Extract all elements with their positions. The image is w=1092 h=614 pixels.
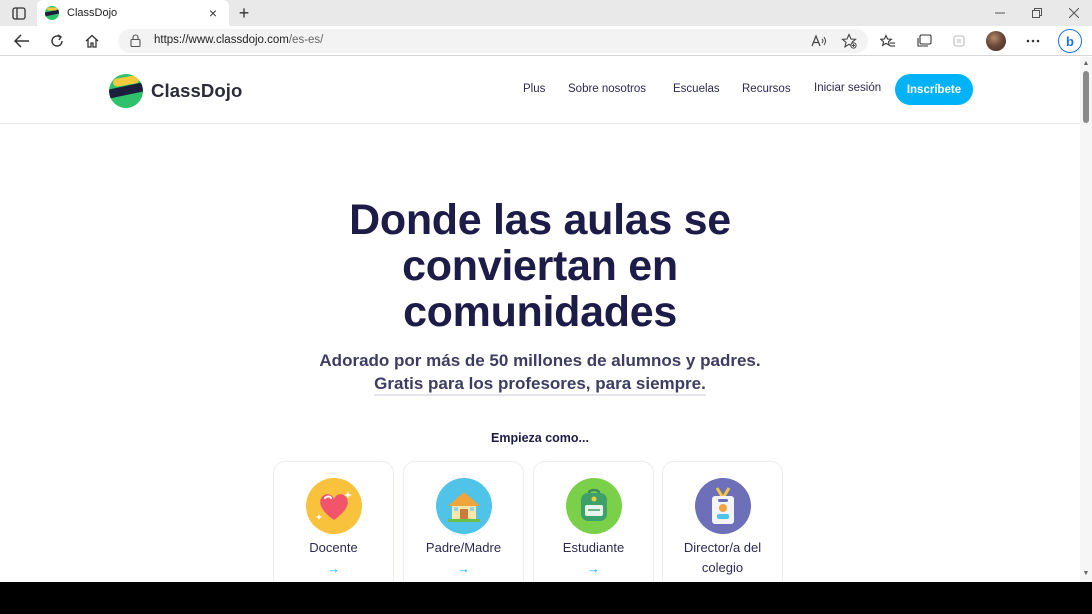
browser-toolbar: https://www.classdojo.com/es-es/ b xyxy=(0,26,1092,56)
backpack-icon xyxy=(566,478,622,534)
nav-resources[interactable]: Recursos xyxy=(742,83,791,95)
browser-tab[interactable]: ClassDojo × xyxy=(37,0,229,26)
address-bar[interactable]: https://www.classdojo.com/es-es/ xyxy=(118,29,868,53)
role-card-parent[interactable]: Padre/Madre → xyxy=(403,461,524,582)
badge-icon xyxy=(695,478,751,534)
hero-sub-line1: Adorado por más de 50 millones de alumno… xyxy=(319,351,761,370)
tab-strip: ClassDojo × + xyxy=(0,0,1092,26)
url-text[interactable]: https://www.classdojo.com/es-es/ xyxy=(154,34,323,46)
arrow-right-icon: → xyxy=(457,561,470,576)
classdojo-logo[interactable]: ClassDojo xyxy=(109,74,242,108)
role-card-teacher[interactable]: Docente → xyxy=(273,461,394,582)
restore-icon[interactable] xyxy=(1019,0,1055,26)
hero-sub-line2: Gratis para los profesores, para siempre… xyxy=(374,374,706,396)
close-window-icon[interactable] xyxy=(1056,0,1092,26)
hero-title-line3: comunidades xyxy=(403,288,677,336)
scroll-thumb[interactable] xyxy=(1083,71,1089,123)
hero-subtitle: Adorado por más de 50 millones de alumno… xyxy=(290,349,790,396)
nav-schools[interactable]: Escuelas xyxy=(673,83,720,95)
tab-title: ClassDojo xyxy=(67,7,118,19)
scroll-down-icon[interactable]: ▼ xyxy=(1082,570,1090,578)
classdojo-favicon-icon xyxy=(44,6,60,20)
role-card-student[interactable]: Estudiante → xyxy=(533,461,654,582)
profile-avatar[interactable] xyxy=(986,31,1006,51)
refresh-icon[interactable] xyxy=(45,30,69,52)
role-label-principal-line2: colegio xyxy=(701,560,744,575)
scroll-up-icon[interactable]: ▲ xyxy=(1082,60,1090,68)
url-host: https://www.classdojo.com xyxy=(154,34,289,46)
signup-button[interactable]: Inscríbete xyxy=(895,74,973,105)
hero-title: Donde las aulas se conviertan en comunid… xyxy=(290,197,790,335)
hero-title-line2: conviertan en xyxy=(402,242,678,290)
heart-icon xyxy=(306,478,362,534)
role-label-principal-line1: Director/a del xyxy=(683,540,762,555)
home-icon[interactable] xyxy=(80,30,104,52)
favorites-icon[interactable] xyxy=(876,30,900,52)
read-aloud-icon[interactable] xyxy=(810,33,828,49)
tab-actions-icon[interactable] xyxy=(8,4,30,22)
new-tab-button[interactable]: + xyxy=(234,3,254,23)
back-icon[interactable] xyxy=(10,30,34,52)
lock-icon[interactable] xyxy=(130,34,141,52)
hero-title-line1: Donde las aulas se xyxy=(349,196,731,244)
arrow-right-icon: → xyxy=(327,561,340,576)
site-header: ClassDojo Plus Sobre nosotros Escuelas R… xyxy=(0,57,1080,124)
minimize-icon[interactable] xyxy=(982,0,1018,26)
favorite-star-icon[interactable] xyxy=(840,33,858,49)
nav-login[interactable]: Iniciar sesión xyxy=(814,82,881,94)
collections-icon[interactable] xyxy=(912,30,936,52)
more-menu-icon[interactable] xyxy=(1021,30,1045,52)
arrow-right-icon: → xyxy=(587,561,600,576)
page-scrollbar[interactable]: ▲ ▼ xyxy=(1080,57,1092,582)
classdojo-logo-icon xyxy=(109,74,143,108)
role-label-student: Estudiante xyxy=(562,540,625,555)
role-card-principal[interactable]: Director/a del colegio xyxy=(662,461,783,582)
nav-about[interactable]: Sobre nosotros xyxy=(568,83,646,95)
nav-plus[interactable]: Plus xyxy=(523,83,545,95)
tab-close-icon[interactable]: × xyxy=(205,5,221,21)
url-path: /es-es/ xyxy=(288,34,324,46)
role-label-teacher: Docente xyxy=(309,540,358,555)
browser-window: ClassDojo × + https://www.classdojo.com/… xyxy=(0,0,1092,582)
page-content: ClassDojo Plus Sobre nosotros Escuelas R… xyxy=(0,57,1080,582)
role-label-parent: Padre/Madre xyxy=(425,540,502,555)
bing-chat-icon[interactable]: b xyxy=(1058,29,1082,53)
start-as-label: Empieza como... xyxy=(491,431,589,445)
role-label-principal: Director/a del colegio xyxy=(663,538,782,578)
brand-name: ClassDojo xyxy=(151,80,243,101)
house-icon xyxy=(436,478,492,534)
extension-icon[interactable] xyxy=(947,30,971,52)
